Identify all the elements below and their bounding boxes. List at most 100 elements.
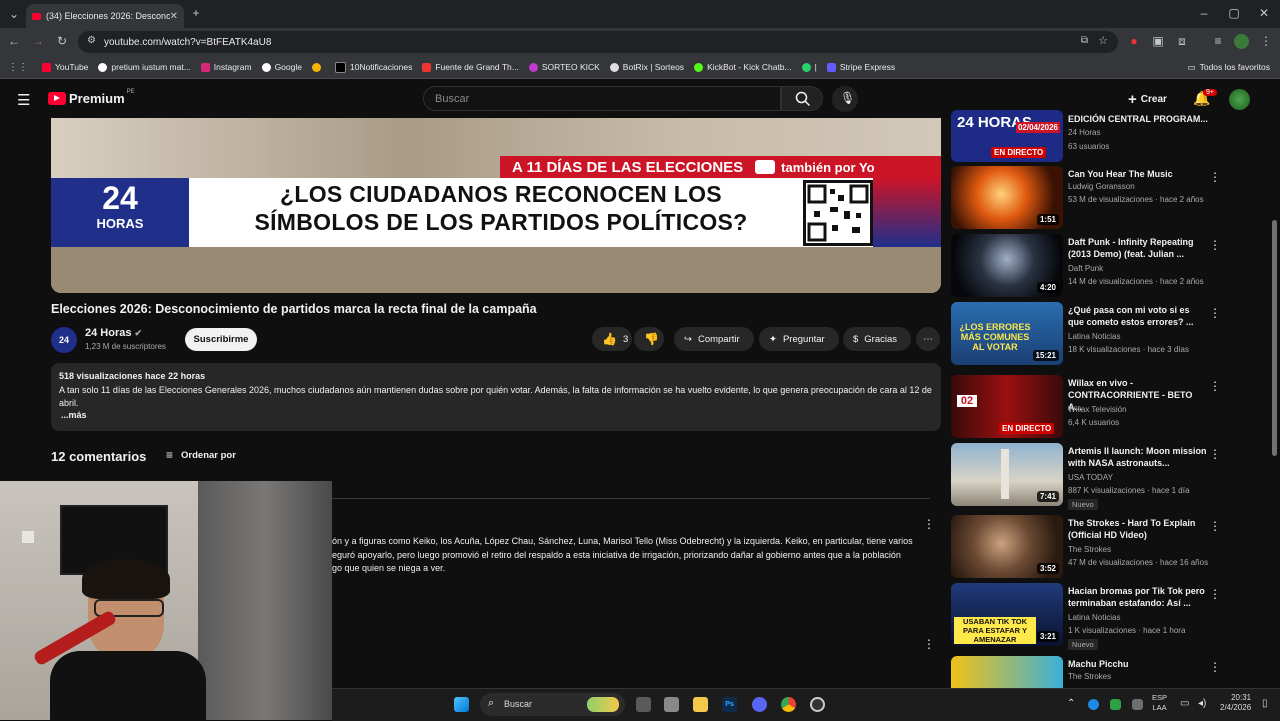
clock[interactable]: 20:31 2/4/2026 bbox=[1220, 693, 1251, 713]
profile-avatar[interactable] bbox=[1234, 34, 1249, 49]
windows-start-icon[interactable] bbox=[454, 697, 469, 712]
related-video-item[interactable]: 1:51 Can You Hear The Music Ludwig Goran… bbox=[951, 166, 1271, 229]
more-actions-button[interactable]: ⋯ bbox=[916, 327, 940, 351]
comment-menu-icon-2[interactable]: ⋮ bbox=[923, 637, 935, 651]
channel-name[interactable]: 24 Horas ✔ bbox=[85, 327, 142, 339]
address-bar[interactable]: ⚙ youtube.com/watch?v=BtFEATK4aU8 ⧉ ☆ bbox=[78, 31, 1118, 53]
item-menu-icon[interactable]: ⋮ bbox=[1209, 306, 1221, 320]
bookmark-kickbot[interactable]: KickBot - Kick Chatb... bbox=[694, 62, 792, 72]
bookmark-sorteo-kick[interactable]: SORTEO KICK bbox=[528, 62, 600, 72]
video-thumbnail: USABAN TIK TOK PARA ESTAFAR Y AMENAZAR 3… bbox=[951, 583, 1063, 646]
network-icon[interactable]: ▭ bbox=[1180, 698, 1189, 709]
language-indicator[interactable]: ESP LAA bbox=[1152, 693, 1167, 713]
related-video-item[interactable]: 4:20 Daft Punk - Infinity Repeating (201… bbox=[951, 234, 1271, 297]
bookmark-botrix[interactable]: BotRix | Sorteos bbox=[609, 62, 684, 72]
item-menu-icon[interactable]: ⋮ bbox=[1209, 238, 1221, 252]
media-icon[interactable]: ≡ bbox=[1210, 34, 1226, 48]
item-menu-icon[interactable]: ⋮ bbox=[1209, 447, 1221, 461]
tray-cloud-icon[interactable] bbox=[1088, 699, 1099, 710]
install-icon[interactable]: ⧉ bbox=[1081, 35, 1088, 46]
sort-comments-button[interactable]: ≡ Ordenar por bbox=[166, 448, 236, 462]
chrome-icon[interactable] bbox=[781, 697, 796, 712]
bookmark-star-icon[interactable]: ☆ bbox=[1098, 34, 1108, 47]
description-box[interactable]: 518 visualizaciones hace 22 horas A tan … bbox=[51, 363, 941, 431]
video-player[interactable]: A 11 DÍAS DE LAS ELECCIONES también por … bbox=[51, 118, 941, 293]
create-button[interactable]: + Crear bbox=[1128, 88, 1167, 110]
voice-search-button[interactable]: 🎙 bbox=[832, 86, 858, 112]
dislike-button[interactable]: 👎 bbox=[634, 327, 664, 351]
page-scrollbar[interactable] bbox=[1272, 220, 1277, 456]
channel-avatar[interactable]: 24 bbox=[51, 327, 77, 353]
notification-center-icon[interactable]: ▯ bbox=[1262, 698, 1268, 709]
maximize-icon[interactable]: ▢ bbox=[1226, 6, 1242, 20]
account-avatar[interactable] bbox=[1229, 89, 1250, 110]
minimize-icon[interactable]: – bbox=[1196, 6, 1212, 20]
show-more-link[interactable]: ...más bbox=[61, 410, 87, 420]
apps-grid-icon[interactable]: ⋮⋮ bbox=[8, 62, 28, 73]
task-view-icon[interactable] bbox=[636, 697, 651, 712]
bookmark-fuente[interactable]: Fuente de Grand Th... bbox=[422, 62, 519, 72]
browser-tab[interactable]: (34) Elecciones 2026: Desconoc ✕ bbox=[26, 4, 184, 28]
reload-icon[interactable]: ↻ bbox=[54, 34, 70, 48]
item-menu-icon[interactable]: ⋮ bbox=[1209, 660, 1221, 674]
related-video-item[interactable]: 02 EN DIRECTO Willax en vivo - CONTRACOR… bbox=[951, 375, 1271, 438]
subscribe-button[interactable]: Suscribirme bbox=[185, 328, 257, 351]
all-favorites[interactable]: ▭ Todos los favoritos bbox=[1188, 62, 1270, 73]
bookmark-pinwheel[interactable] bbox=[311, 62, 325, 72]
related-video-item[interactable]: USABAN TIK TOK PARA ESTAFAR Y AMENAZAR 3… bbox=[951, 583, 1271, 650]
close-tab-icon[interactable]: ✕ bbox=[170, 11, 178, 22]
google-icon bbox=[261, 62, 271, 72]
extension2-icon[interactable]: ▣ bbox=[1150, 34, 1166, 48]
related-video-item[interactable]: 7:41 Artemis II launch: Moon mission wit… bbox=[951, 443, 1271, 510]
app-icon[interactable] bbox=[664, 697, 679, 712]
show-hidden-icons[interactable]: ⌃ bbox=[1067, 698, 1075, 709]
tray-shield-icon[interactable] bbox=[1110, 699, 1121, 710]
related-video-item[interactable]: ¿LOS ERRORES MÁS COMUNES AL VOTAR 15:21 … bbox=[951, 302, 1271, 365]
stripe-icon bbox=[826, 62, 836, 72]
volume-icon[interactable]: ◂) bbox=[1198, 698, 1206, 709]
bookmark-youtube[interactable]: YouTube bbox=[42, 62, 88, 72]
extensions-puzzle-icon[interactable]: ⧈ bbox=[1174, 34, 1190, 49]
hamburger-menu-icon[interactable]: ☰ bbox=[17, 91, 30, 109]
sort-icon: ≡ bbox=[166, 448, 174, 462]
comment-menu-icon[interactable]: ⋮ bbox=[923, 517, 935, 531]
item-menu-icon[interactable]: ⋮ bbox=[1209, 587, 1221, 601]
like-button[interactable]: 👍 3 bbox=[592, 327, 632, 351]
bookmark-whatsapp[interactable]: | bbox=[801, 62, 817, 72]
bookmark-google-1[interactable]: pretium iustum mat... bbox=[98, 62, 191, 72]
back-icon[interactable]: ← bbox=[6, 34, 22, 48]
new-tab-icon[interactable]: + bbox=[188, 6, 204, 20]
menu-kebab-icon[interactable]: ⋮ bbox=[1258, 34, 1274, 48]
search-button[interactable] bbox=[781, 86, 823, 111]
bookmark-x[interactable]: 10Notificaciones bbox=[334, 61, 412, 73]
related-video-item[interactable]: Machu Picchu The Strokes ⋮ bbox=[951, 656, 1271, 688]
taskbar-search[interactable]: ⌕ Buscar bbox=[480, 693, 625, 716]
share-icon: ↪ bbox=[684, 333, 692, 345]
app-circle-icon[interactable] bbox=[810, 697, 825, 712]
share-button[interactable]: ↪ Compartir bbox=[674, 327, 754, 351]
related-video-item[interactable]: 3:52 The Strokes - Hard To Explain (Offi… bbox=[951, 515, 1271, 578]
ask-button[interactable]: ✦ Preguntar bbox=[759, 327, 839, 351]
extension-icon[interactable]: ● bbox=[1126, 34, 1142, 48]
item-menu-icon[interactable]: ⋮ bbox=[1209, 379, 1221, 393]
search-input[interactable]: Buscar bbox=[423, 86, 781, 111]
thanks-button[interactable]: $ Gracias bbox=[843, 327, 911, 351]
tab-search-icon[interactable]: ⌄ bbox=[6, 7, 22, 21]
thumbs-up-icon: 👍 bbox=[602, 332, 617, 346]
photoshop-icon[interactable]: Ps bbox=[722, 697, 737, 712]
site-info-icon[interactable]: ⚙ bbox=[87, 35, 96, 46]
bookmark-instagram[interactable]: Instagram bbox=[200, 62, 252, 72]
bookmark-stripe[interactable]: Stripe Express bbox=[826, 62, 895, 72]
discord-icon[interactable] bbox=[752, 697, 767, 712]
tray-mic-icon[interactable] bbox=[1132, 699, 1143, 710]
new-badge: Nuevo bbox=[1068, 639, 1098, 650]
item-menu-icon[interactable]: ⋮ bbox=[1209, 170, 1221, 184]
font-icon bbox=[422, 62, 432, 72]
close-window-icon[interactable]: ✕ bbox=[1256, 6, 1272, 20]
file-explorer-icon[interactable] bbox=[693, 697, 708, 712]
item-menu-icon[interactable]: ⋮ bbox=[1209, 519, 1221, 533]
forward-icon[interactable]: → bbox=[30, 34, 46, 48]
youtube-premium-logo[interactable]: Premium PE bbox=[48, 89, 135, 106]
bookmark-google[interactable]: Google bbox=[261, 62, 302, 72]
related-video-item[interactable]: 24 HORAS 02/04/2026 EN DIRECTO EDICIÓN C… bbox=[951, 110, 1271, 162]
